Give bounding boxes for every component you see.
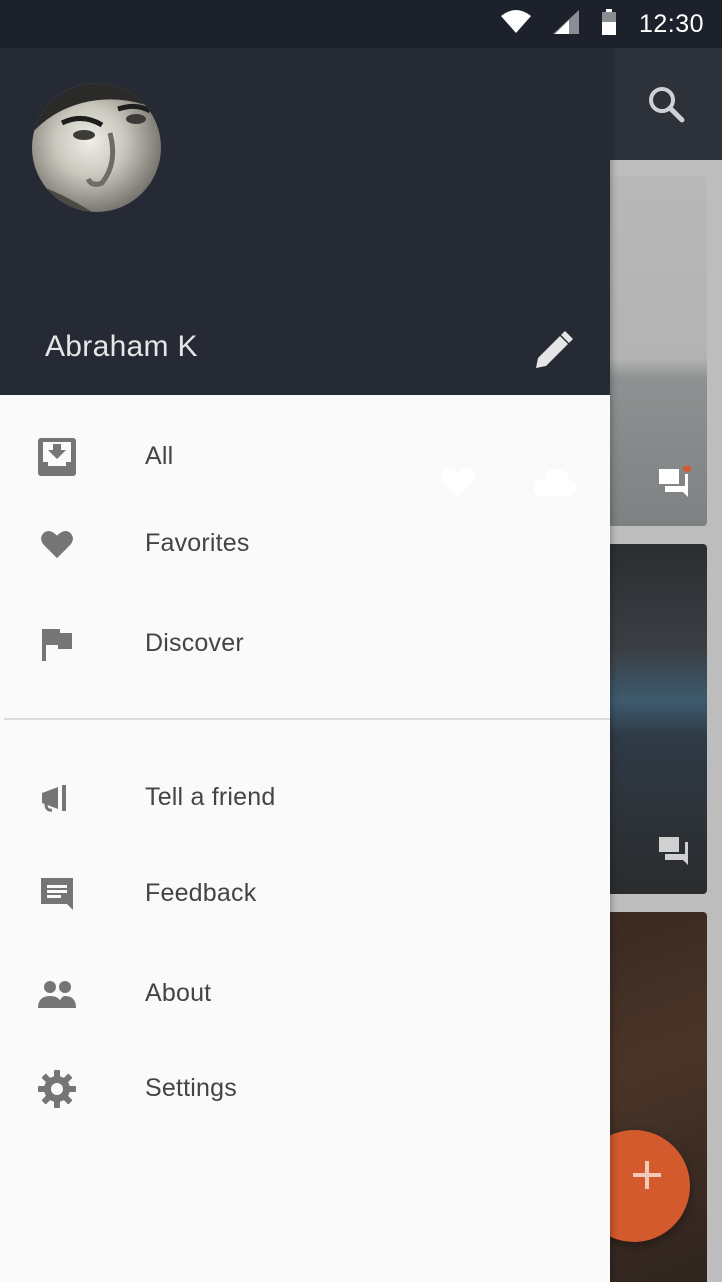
comments-icon[interactable] xyxy=(657,834,691,873)
photo-card[interactable] xyxy=(603,544,707,894)
status-time: 12:30 xyxy=(638,9,704,38)
people-icon xyxy=(36,973,78,1015)
feedback-icon xyxy=(36,873,78,915)
nav-item-feedback[interactable]: Feedback xyxy=(0,853,610,933)
wifi-icon xyxy=(500,9,531,39)
nav-label: Tell a friend xyxy=(145,783,276,811)
gear-icon xyxy=(36,1068,78,1110)
inbox-download-icon xyxy=(36,436,78,478)
status-bar: 12:30 xyxy=(0,0,722,48)
nav-item-discover[interactable]: Discover xyxy=(0,603,610,683)
nav-item-tell-a-friend[interactable]: Tell a friend xyxy=(0,757,610,837)
nav-label: Settings xyxy=(145,1074,237,1102)
status-icons: 12:30 xyxy=(500,0,704,48)
heart-icon xyxy=(36,523,78,565)
navigation-drawer: Abraham K All Favorites Discover Tell a … xyxy=(0,48,610,1282)
user-name: Abraham K xyxy=(45,330,198,363)
photo-card[interactable] xyxy=(603,176,707,526)
battery-icon xyxy=(601,8,617,40)
nav-item-settings[interactable]: Settings xyxy=(0,1048,610,1128)
divider xyxy=(4,718,610,720)
nav-label: Discover xyxy=(145,629,244,657)
nav-label: All xyxy=(145,442,174,470)
plus-icon xyxy=(630,1158,664,1197)
nav-item-favorites[interactable]: Favorites xyxy=(0,503,610,583)
nav-item-about[interactable]: About xyxy=(0,953,610,1033)
cell-signal-icon xyxy=(552,9,579,39)
nav-label: Feedback xyxy=(145,879,257,907)
comments-icon[interactable] xyxy=(657,464,691,505)
pencil-icon xyxy=(536,331,573,368)
nav-label: About xyxy=(145,979,212,1007)
edit-profile-button[interactable] xyxy=(530,326,578,374)
drawer-header: Abraham K xyxy=(0,48,610,395)
flag-icon xyxy=(36,623,78,665)
search-icon[interactable] xyxy=(646,84,686,129)
avatar[interactable] xyxy=(32,83,161,212)
megaphone-icon xyxy=(36,777,78,819)
nav-item-all[interactable]: All xyxy=(0,416,610,496)
nav-label: Favorites xyxy=(145,529,250,557)
